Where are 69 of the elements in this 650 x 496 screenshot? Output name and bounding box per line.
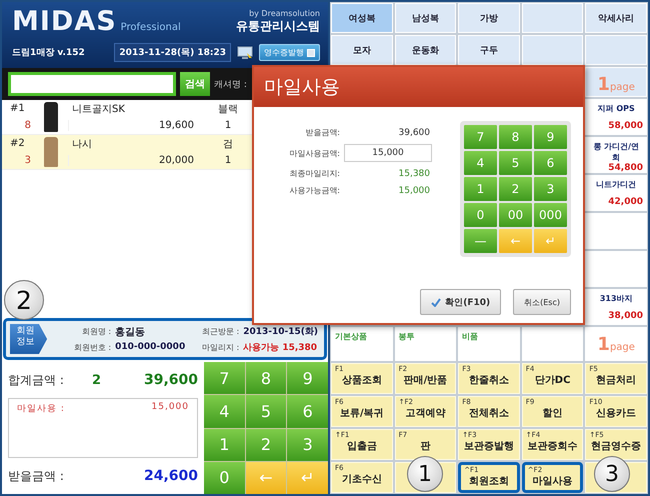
photo-placeholder <box>44 137 58 167</box>
total-label: 합계금액 : <box>8 372 65 388</box>
datetime-display: 2013-11-28(목) 18:23 <box>114 43 231 62</box>
checkmark-icon <box>431 298 442 306</box>
receive-amount: 24,600 <box>144 468 198 484</box>
category-tile[interactable]: 모자 <box>331 35 393 65</box>
member-field-value: 사용가능 15,380 <box>243 342 318 354</box>
system-name: 유통관리시스템 <box>236 18 320 34</box>
category-tile[interactable]: 가방 <box>458 3 520 33</box>
member-field-value: 홍길동 <box>115 326 146 338</box>
member-field-label: 회원번호 : <box>72 342 112 352</box>
product-tile[interactable]: 니트가디건 42,000 <box>585 175 647 211</box>
mileage-label: 마일사용 : <box>17 403 65 415</box>
item-price: 19,600 <box>68 120 198 131</box>
product-tile[interactable]: 지퍼 OPS 58,000 <box>585 99 647 135</box>
category-tile[interactable]: 운동화 <box>394 35 456 65</box>
subcategory-tile[interactable]: 기본상품 <box>331 327 393 361</box>
item-count: 2 <box>92 372 102 388</box>
item-color: 검 <box>222 138 234 150</box>
dialog-field-value: 15,380 <box>398 168 431 178</box>
receive-label: 받을금액 : <box>8 468 65 484</box>
cashier-label: 캐셔명 : <box>214 78 247 90</box>
dialog-field-value: 15,000 <box>398 186 431 196</box>
dialog-field-label: 사용가능금액: <box>288 185 341 196</box>
category-tile[interactable]: 구두 <box>458 35 520 65</box>
photo-placeholder <box>44 102 58 132</box>
member-field-label: 회원명 : <box>80 326 112 337</box>
item-quantity: 1 <box>224 120 232 131</box>
total-amount: 39,600 <box>144 372 198 388</box>
dialog-field-label: 최종마일리지: <box>288 168 341 179</box>
cancel-button[interactable]: 취소(Esc) <box>513 289 571 315</box>
search-field[interactable] <box>8 72 176 96</box>
member-field-value: 010-000-0000 <box>115 342 186 352</box>
item-number: #2 <box>9 138 26 149</box>
subcategory-tile[interactable]: 비품 <box>458 327 520 361</box>
member-field-value: 2013-10-15(화) <box>243 326 318 338</box>
item-color: 블랙 <box>217 102 239 116</box>
confirm-button[interactable]: 확인(F10) <box>420 289 502 315</box>
item-stock: 8 <box>24 120 32 131</box>
member-field-label: 최근방문 : <box>200 326 240 337</box>
item-quantity: 1 <box>224 155 232 166</box>
member-badge: 회원 정보 <box>10 324 48 354</box>
item-stock: 3 <box>24 155 32 166</box>
category-tile[interactable] <box>522 35 584 65</box>
category-tile[interactable] <box>522 3 584 33</box>
page-indicator: 1page <box>585 67 647 97</box>
store-version: 드림1매장 v.152 <box>12 47 85 59</box>
logo-subtitle: Professional <box>120 22 181 33</box>
mileage-amount: 15,000 <box>152 402 189 412</box>
monitor-icon[interactable] <box>237 46 253 60</box>
vendor-text: by Dreamsolution <box>249 8 320 18</box>
item-name: 나시 <box>71 138 93 150</box>
category-tile[interactable]: 여성복 <box>331 3 393 33</box>
item-number: #1 <box>9 103 26 114</box>
dialog-field-value: 39,600 <box>398 128 431 138</box>
product-tile[interactable]: 313바지 38,000 <box>585 289 647 325</box>
item-price: 20,000 <box>68 155 198 166</box>
category-tile[interactable]: 악세사리 <box>585 3 647 33</box>
logo-text: MIDAS <box>12 8 117 35</box>
mileage-input[interactable]: 15,000 <box>344 144 432 162</box>
member-field-label: 마일리지 : <box>200 342 240 352</box>
category-tile[interactable]: 남성복 <box>394 3 456 33</box>
receipt-checkbox[interactable] <box>307 48 315 56</box>
page-indicator: 1page <box>585 327 647 361</box>
subcategory-tile[interactable]: 봉투 <box>394 327 456 361</box>
dialog-title: 마일사용 <box>254 67 583 107</box>
product-tile[interactable]: 롱 가디건/연회 54,800 <box>585 137 647 173</box>
item-name: 니트골지SK <box>71 102 126 116</box>
category-tile[interactable] <box>585 35 647 65</box>
